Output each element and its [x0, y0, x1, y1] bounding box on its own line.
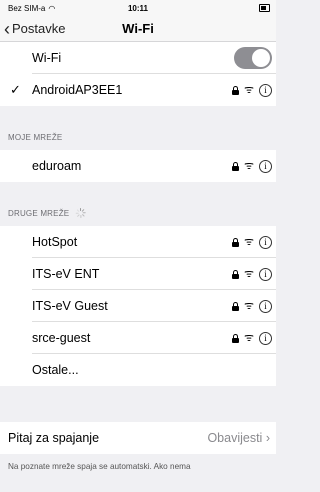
- battery-icon: [259, 4, 270, 12]
- wifi-signal-icon: ᯤ: [243, 267, 254, 280]
- back-button[interactable]: ‹ Postavke: [0, 20, 65, 38]
- footer-note: Na poznate mreže spaja se automatski. Ak…: [8, 462, 191, 471]
- ask-to-join-value: Obavijesti ›: [207, 431, 270, 445]
- info-icon[interactable]: i: [259, 267, 272, 281]
- chevron-left-icon: ‹: [4, 18, 10, 39]
- wifi-toggle-row: Wi-Fi: [0, 42, 276, 74]
- wifi-signal-icon: ᯤ: [243, 159, 254, 172]
- clock: 10:11: [127, 3, 149, 13]
- lock-icon: [231, 269, 239, 279]
- status-bar: Bez SIM-a ◠ 10:11: [0, 0, 276, 16]
- wifi-signal-icon: ᯤ: [243, 83, 254, 96]
- section-header-other-networks: DRUGE MREŽE: [0, 182, 276, 226]
- info-icon[interactable]: i: [259, 83, 272, 97]
- network-row-its-ev-guest[interactable]: ITS-eV Guest ᯤ i: [0, 290, 276, 322]
- network-row-hotspot[interactable]: HotSpot ᯤ i: [0, 226, 276, 258]
- lock-icon: [231, 333, 239, 343]
- network-row-its-ev-ent[interactable]: ITS-eV ENT ᯤ i: [0, 258, 276, 290]
- wifi-toggle-switch[interactable]: [234, 47, 272, 69]
- carrier-label: Bez SIM-a: [8, 3, 46, 13]
- network-name: srce-guest: [32, 331, 91, 345]
- page-title: Wi-Fi: [122, 21, 154, 36]
- section-title: MOJE MREŽE: [8, 133, 63, 142]
- network-name: AndroidAP3EE1: [32, 83, 123, 97]
- network-name: HotSpot: [32, 235, 78, 249]
- other-network-row[interactable]: Ostale...: [0, 354, 276, 386]
- navigation-bar: ‹ Postavke Wi-Fi: [0, 16, 276, 42]
- back-label: Postavke: [12, 21, 66, 36]
- loading-spinner-icon: [75, 208, 86, 218]
- lock-icon: [231, 161, 239, 171]
- toggle-knob: [252, 49, 270, 67]
- network-name: ITS-eV Guest: [32, 299, 108, 313]
- wifi-signal-icon: ᯤ: [243, 331, 254, 344]
- lock-icon: [231, 237, 239, 247]
- ask-to-join-label: Pitaj za spajanje: [8, 431, 100, 445]
- info-icon[interactable]: i: [259, 159, 272, 173]
- info-icon[interactable]: i: [259, 331, 272, 345]
- checkmark-icon: ✓: [10, 82, 21, 97]
- network-row-srce-guest[interactable]: srce-guest ᯤ i: [0, 322, 276, 354]
- other-network-label: Ostale...: [32, 363, 79, 377]
- section-title: DRUGE MREŽE: [8, 209, 70, 218]
- ask-to-join-row[interactable]: Pitaj za spajanje Obavijesti ›: [0, 422, 276, 454]
- lock-icon: [231, 301, 239, 311]
- chevron-right-icon: ›: [265, 431, 270, 445]
- carrier-info: Bez SIM-a ◠: [8, 4, 55, 13]
- wifi-toggle-label: Wi-Fi: [32, 51, 62, 65]
- wifi-status-icon: ◠: [48, 3, 56, 13]
- network-row-eduroam[interactable]: eduroam ᯤ i: [0, 150, 276, 182]
- info-icon[interactable]: i: [259, 235, 272, 249]
- network-name: ITS-eV ENT: [32, 267, 100, 281]
- wifi-signal-icon: ᯤ: [243, 299, 254, 312]
- wifi-signal-icon: ᯤ: [243, 235, 254, 248]
- lock-icon: [231, 85, 239, 95]
- section-header-my-networks: MOJE MREŽE: [0, 106, 276, 150]
- info-icon[interactable]: i: [259, 299, 272, 313]
- connected-network-row[interactable]: ✓ AndroidAP3EE1 ᯤ i: [0, 74, 276, 106]
- network-name: eduroam: [32, 159, 82, 173]
